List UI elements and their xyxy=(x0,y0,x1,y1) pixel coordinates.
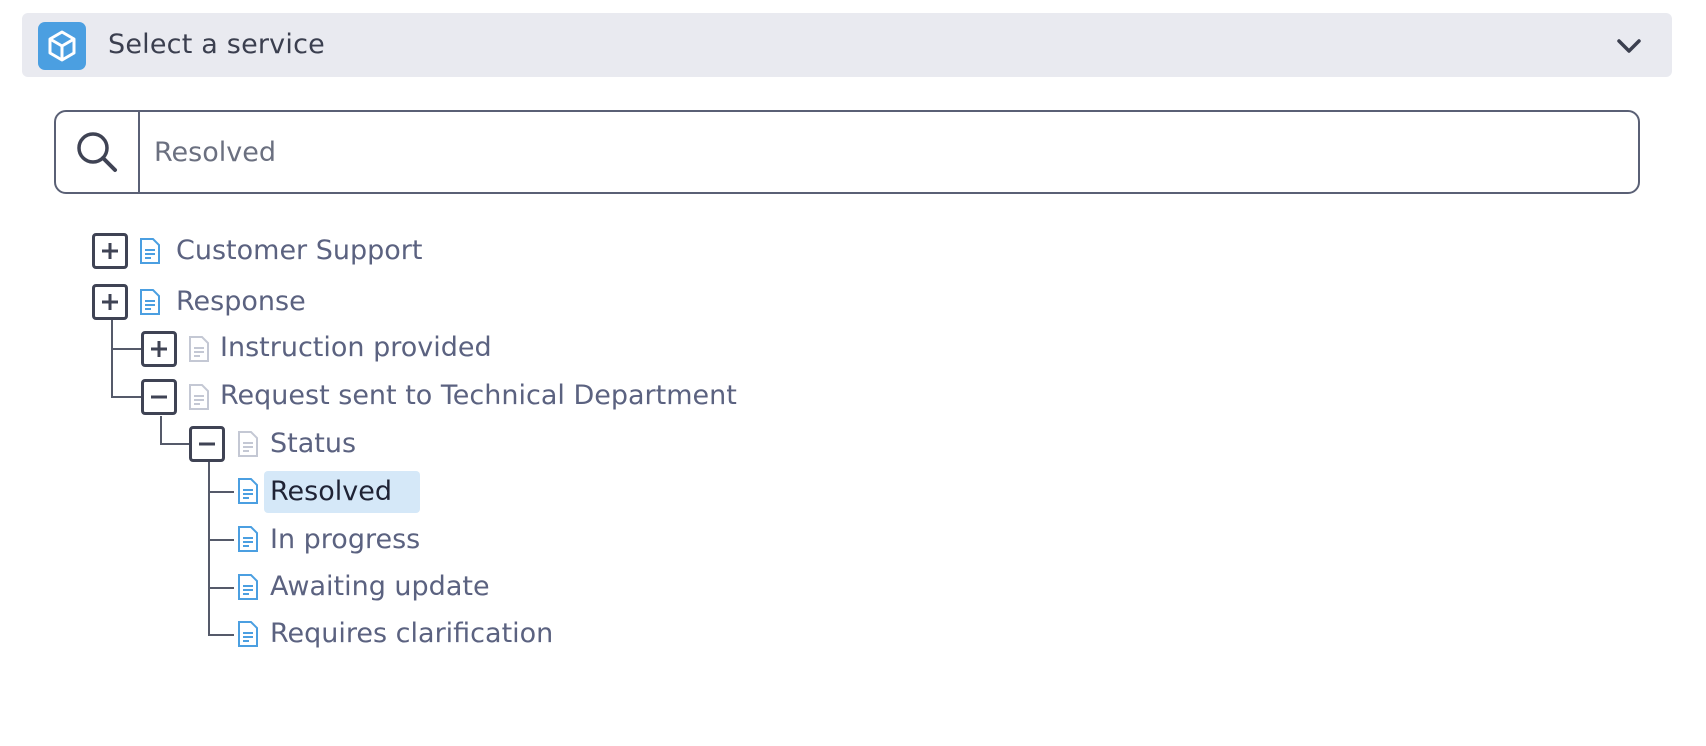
tree-node-label[interactable]: In progress xyxy=(270,522,420,558)
tree-node-label[interactable]: Status xyxy=(270,426,356,462)
document-icon xyxy=(238,621,258,647)
document-icon xyxy=(238,574,258,600)
tree-connector xyxy=(208,460,210,636)
expand-toggle-customer-support[interactable] xyxy=(92,233,128,269)
document-icon xyxy=(140,289,160,315)
tree-connector xyxy=(111,320,113,398)
service-selector-label: Select a service xyxy=(108,29,325,60)
tree-node-label-selected[interactable]: Resolved xyxy=(264,471,420,513)
tree-connector xyxy=(111,348,141,350)
search-icon[interactable] xyxy=(56,112,140,192)
tree-connector xyxy=(208,587,234,589)
expand-toggle-instruction-provided[interactable] xyxy=(141,331,177,367)
document-icon xyxy=(140,238,160,264)
document-icon xyxy=(189,384,209,410)
tree-node-label[interactable]: Customer Support xyxy=(176,233,422,269)
tree-connector xyxy=(160,416,162,444)
tree-connector xyxy=(208,539,234,541)
document-icon xyxy=(189,336,209,362)
document-icon xyxy=(238,478,258,504)
search-box xyxy=(54,110,1640,194)
collapse-toggle-status[interactable] xyxy=(189,426,225,462)
cube-icon xyxy=(38,22,86,70)
search-input[interactable] xyxy=(154,112,1624,192)
tree-node-label[interactable]: Awaiting update xyxy=(270,569,490,605)
tree-connector xyxy=(160,443,190,445)
document-icon xyxy=(238,526,258,552)
tree-connector xyxy=(208,491,234,493)
tree-connector xyxy=(111,396,141,398)
tree-connector xyxy=(208,634,234,636)
tree-node-label[interactable]: Instruction provided xyxy=(220,330,492,366)
tree-node-label[interactable]: Requires clarification xyxy=(270,616,553,652)
document-icon xyxy=(238,431,258,457)
tree-node-label[interactable]: Response xyxy=(176,284,306,320)
expand-toggle-response[interactable] xyxy=(92,284,128,320)
chevron-down-icon[interactable] xyxy=(1614,31,1644,61)
service-selector[interactable]: Select a service xyxy=(22,13,1672,77)
tree-node-label[interactable]: Request sent to Technical Department xyxy=(220,378,737,414)
collapse-toggle-request-sent[interactable] xyxy=(141,379,177,415)
